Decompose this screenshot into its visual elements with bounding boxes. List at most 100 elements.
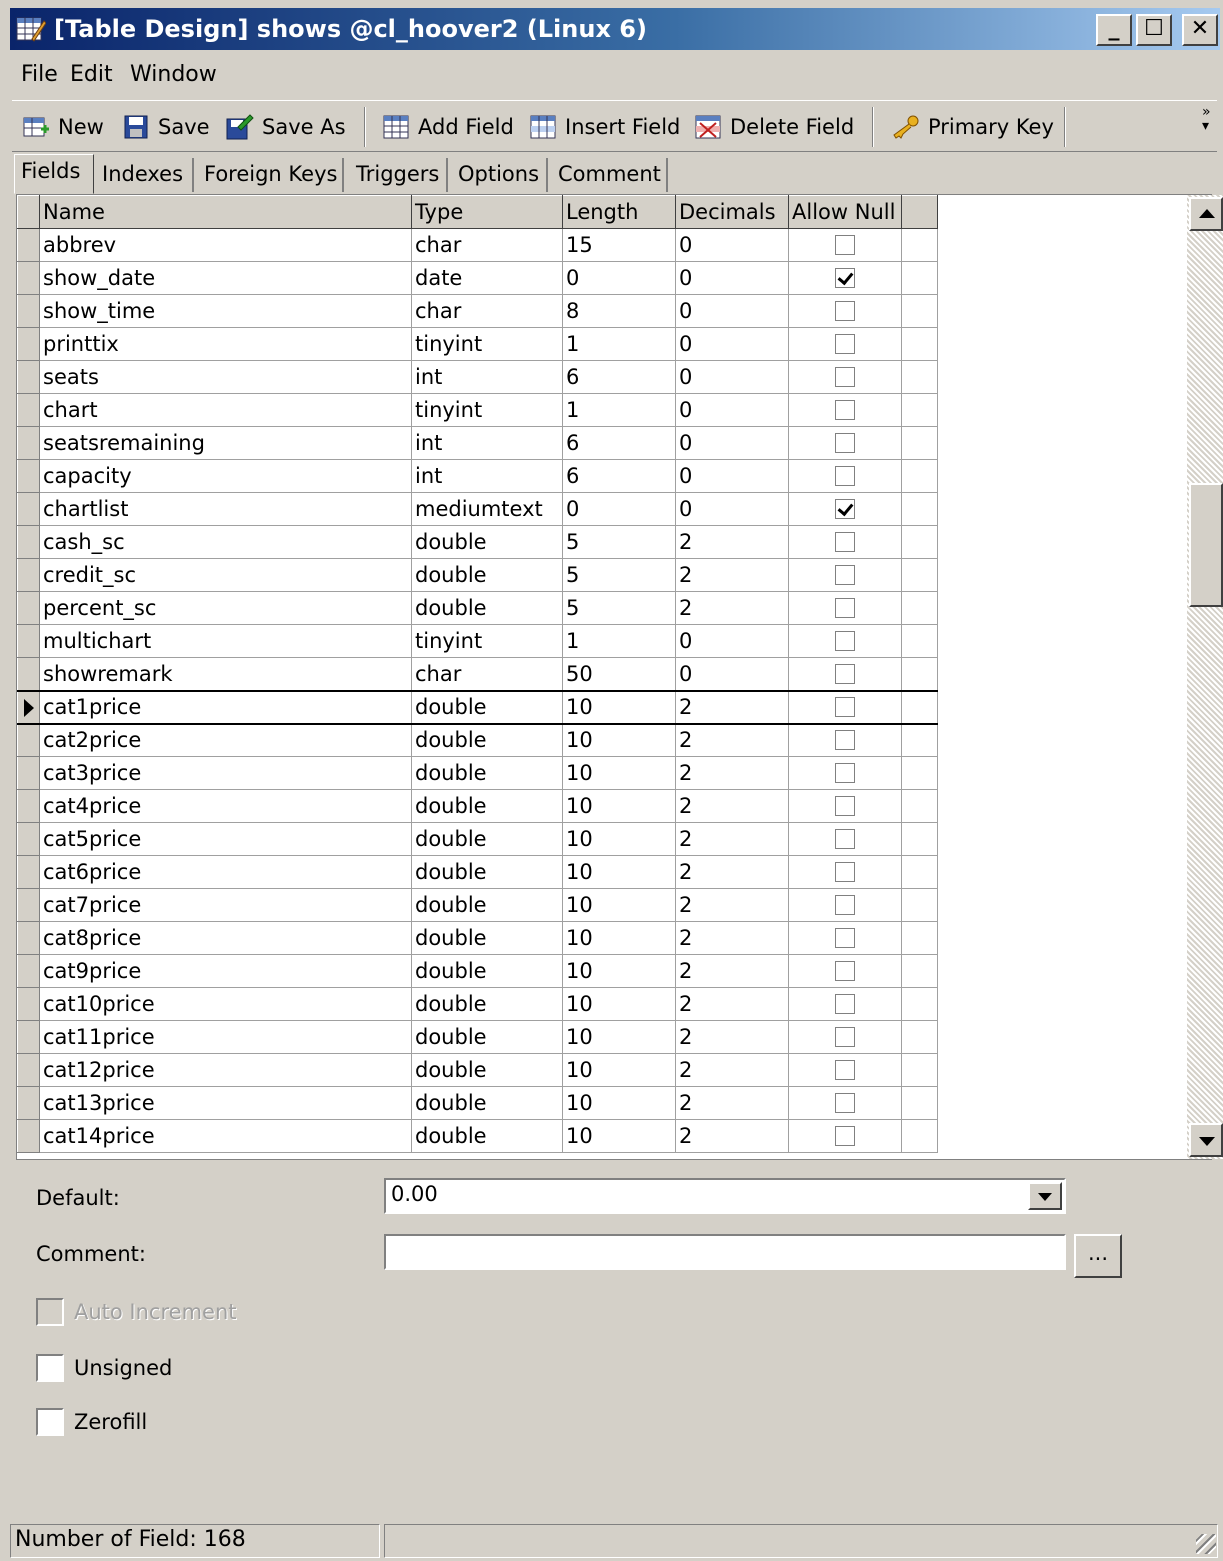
allow-null-checkbox[interactable] (835, 961, 855, 981)
field-type-cell[interactable]: double (411, 822, 563, 856)
row-indicator[interactable] (17, 228, 40, 262)
default-value[interactable]: 0.00 (391, 1182, 438, 1206)
field-type-cell[interactable]: double (411, 1086, 563, 1120)
allow-null-cell[interactable] (788, 558, 902, 592)
allow-null-cell[interactable] (788, 1020, 902, 1054)
field-decimals-cell[interactable]: 2 (675, 789, 789, 823)
allow-null-checkbox[interactable] (835, 663, 855, 684)
field-type-cell[interactable]: double (411, 855, 563, 889)
field-name-cell[interactable]: showremark (39, 657, 412, 691)
field-type-cell[interactable]: int (411, 360, 563, 394)
field-name-cell[interactable]: cat14price (39, 1119, 412, 1153)
tab-comment[interactable]: Comment (552, 158, 668, 192)
field-name-cell[interactable]: cat3price (39, 756, 412, 790)
row-indicator[interactable] (17, 294, 40, 328)
field-name-cell[interactable]: cat1price (39, 689, 412, 725)
field-type-cell[interactable]: double (411, 689, 563, 725)
field-decimals-cell[interactable]: 2 (675, 689, 789, 725)
table-row[interactable]: cat1price double 10 2 (17, 689, 938, 725)
field-name-cell[interactable]: cat5price (39, 822, 412, 856)
field-name-cell[interactable]: capacity (39, 459, 412, 493)
allow-null-checkbox[interactable] (835, 367, 855, 387)
field-length-cell[interactable]: 6 (562, 360, 676, 394)
field-name-cell[interactable]: chart (39, 393, 412, 427)
allow-null-checkbox[interactable] (835, 301, 855, 321)
field-decimals-cell[interactable]: 2 (675, 954, 789, 988)
field-name-cell[interactable]: cat13price (39, 1086, 412, 1120)
row-indicator[interactable] (17, 888, 40, 922)
field-type-cell[interactable]: double (411, 954, 563, 988)
row-indicator[interactable] (17, 426, 40, 460)
column-header-length[interactable]: Length (562, 195, 676, 229)
row-indicator[interactable] (17, 689, 40, 725)
allow-null-checkbox[interactable] (835, 1093, 855, 1113)
zerofill-checkbox[interactable]: Zerofill (36, 1408, 147, 1436)
allow-null-cell[interactable] (788, 525, 902, 559)
allow-null-cell[interactable] (788, 591, 902, 625)
field-type-cell[interactable]: tinyint (411, 327, 563, 361)
table-row[interactable]: cat9price double 10 2 (17, 954, 938, 988)
field-name-cell[interactable]: seatsremaining (39, 426, 412, 460)
field-decimals-cell[interactable]: 0 (675, 228, 789, 262)
column-header-decimals[interactable]: Decimals (675, 195, 789, 229)
allow-null-cell[interactable] (788, 426, 902, 460)
row-indicator[interactable] (17, 1086, 40, 1120)
row-indicator[interactable] (17, 987, 40, 1021)
table-row[interactable]: showremark char 50 0 (17, 657, 938, 691)
allow-null-checkbox[interactable] (835, 829, 855, 849)
row-indicator[interactable] (17, 525, 40, 559)
field-type-cell[interactable]: tinyint (411, 624, 563, 658)
column-header-type[interactable]: Type (411, 195, 563, 229)
new-button[interactable]: New (22, 109, 104, 145)
table-row[interactable]: credit_sc double 5 2 (17, 558, 938, 592)
default-combobox[interactable]: 0.00 (384, 1178, 1066, 1214)
table-row[interactable]: printtix tinyint 1 0 (17, 327, 938, 361)
field-length-cell[interactable]: 6 (562, 459, 676, 493)
field-name-cell[interactable]: cat11price (39, 1020, 412, 1054)
table-row[interactable]: seatsremaining int 6 0 (17, 426, 938, 460)
table-row[interactable]: capacity int 6 0 (17, 459, 938, 493)
allow-null-cell[interactable] (788, 954, 902, 988)
row-indicator[interactable] (17, 261, 40, 295)
field-type-cell[interactable]: mediumtext (411, 492, 563, 526)
tab-foreign-keys[interactable]: Foreign Keys (198, 158, 344, 192)
allow-null-cell[interactable] (788, 261, 902, 295)
allow-null-cell[interactable] (788, 1086, 902, 1120)
field-decimals-cell[interactable]: 2 (675, 591, 789, 625)
allow-null-checkbox[interactable] (835, 994, 855, 1014)
field-length-cell[interactable]: 10 (562, 855, 676, 889)
allow-null-cell[interactable] (788, 756, 902, 790)
tab-indexes[interactable]: Indexes (96, 158, 194, 192)
field-name-cell[interactable]: cat10price (39, 987, 412, 1021)
table-row[interactable]: abbrev char 15 0 (17, 228, 938, 262)
allow-null-checkbox[interactable] (835, 235, 855, 255)
field-decimals-cell[interactable]: 0 (675, 360, 789, 394)
field-name-cell[interactable]: cat2price (39, 723, 412, 757)
field-type-cell[interactable]: double (411, 987, 563, 1021)
comment-ellipsis-button[interactable]: ... (1074, 1234, 1122, 1278)
allow-null-checkbox[interactable] (835, 400, 855, 420)
insert-field-button[interactable]: Insert Field (529, 109, 680, 145)
field-length-cell[interactable]: 10 (562, 1086, 676, 1120)
allow-null-checkbox[interactable] (835, 334, 855, 354)
field-type-cell[interactable]: int (411, 459, 563, 493)
allow-null-checkbox[interactable] (835, 1126, 855, 1146)
row-indicator[interactable] (17, 360, 40, 394)
table-row[interactable]: show_time char 8 0 (17, 294, 938, 328)
allow-null-cell[interactable] (788, 228, 902, 262)
allow-null-cell[interactable] (788, 822, 902, 856)
unsigned-box[interactable] (36, 1354, 64, 1382)
field-length-cell[interactable]: 1 (562, 393, 676, 427)
scrollbar-thumb[interactable] (1189, 483, 1223, 607)
field-decimals-cell[interactable]: 2 (675, 756, 789, 790)
field-name-cell[interactable]: multichart (39, 624, 412, 658)
allow-null-checkbox[interactable] (835, 895, 855, 915)
column-header-allow-null[interactable]: Allow Null (788, 195, 902, 229)
field-decimals-cell[interactable]: 2 (675, 987, 789, 1021)
minimize-button[interactable]: _ (1096, 14, 1132, 46)
field-length-cell[interactable]: 1 (562, 327, 676, 361)
allow-null-cell[interactable] (788, 1119, 902, 1153)
table-row[interactable]: seats int 6 0 (17, 360, 938, 394)
field-length-cell[interactable]: 10 (562, 822, 676, 856)
primary-key-button[interactable]: Primary Key (890, 109, 1054, 145)
